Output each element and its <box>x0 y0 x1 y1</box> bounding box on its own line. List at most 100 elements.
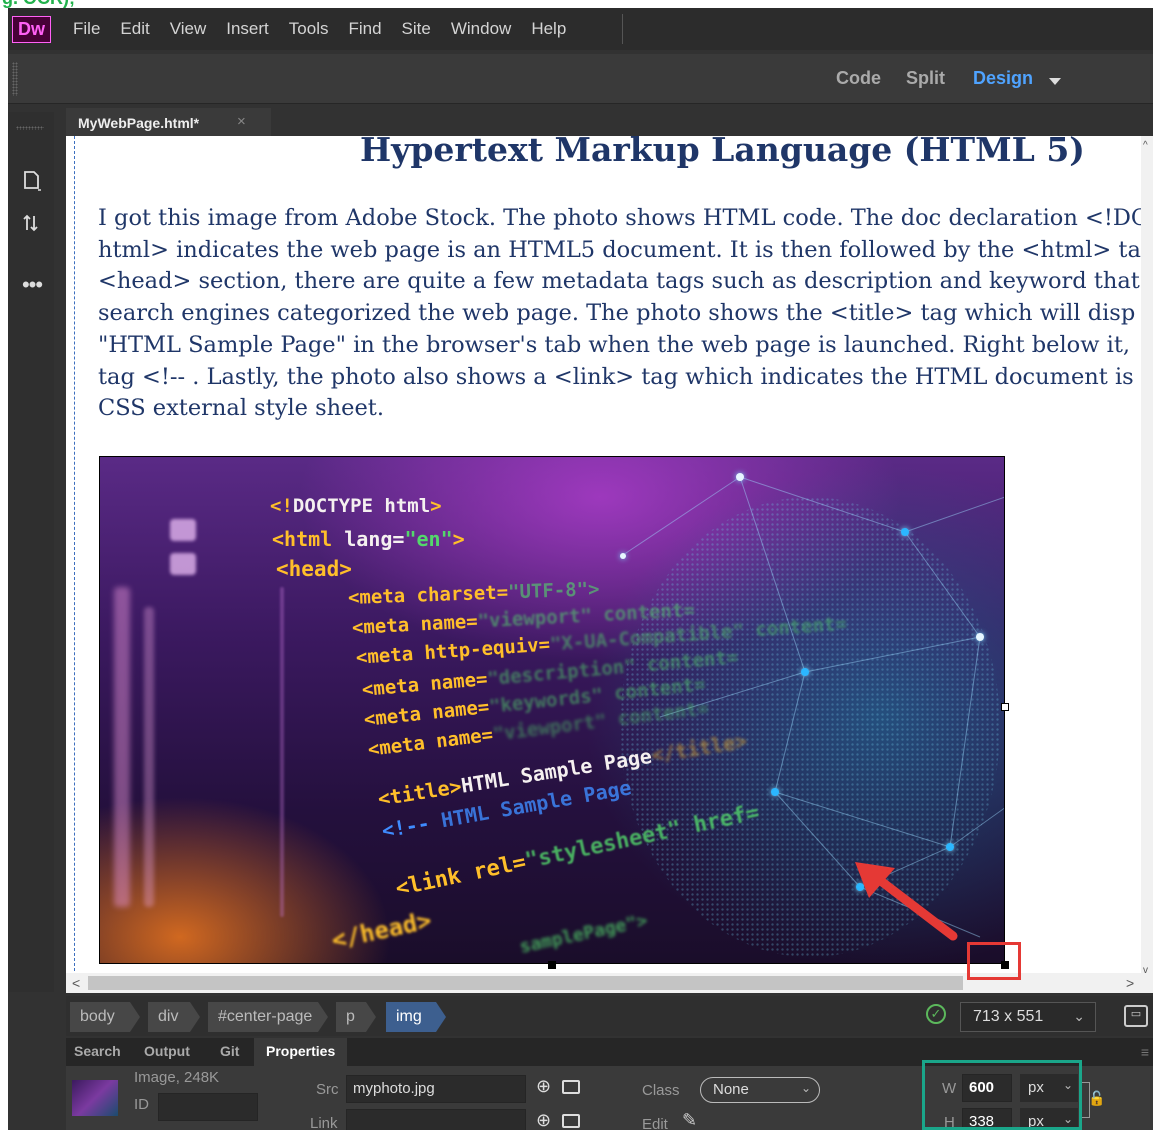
network-node <box>771 788 779 796</box>
network-node <box>946 843 954 851</box>
tab-git[interactable]: Git <box>220 1043 239 1059</box>
menu-bar: Dw File Edit View Insert Tools Find Site… <box>8 8 1153 50</box>
class-select-value: None <box>713 1081 749 1098</box>
paragraph-line: I got this image from Adobe Stock. The p… <box>98 205 1150 231</box>
tag-center-page[interactable]: #center-page <box>208 1002 328 1032</box>
design-view-button[interactable]: Design <box>973 68 1033 89</box>
paragraph-line: search engines categorized the web page.… <box>98 300 1136 327</box>
paragraph-line: "HTML Sample Page" in the browser's tab … <box>98 331 1131 358</box>
unlock-proportions-icon[interactable]: 🔓 <box>1088 1090 1105 1107</box>
point-to-file-icon[interactable]: ⊕ <box>536 1110 551 1130</box>
panel-menu-icon[interactable]: ≡ <box>1141 1044 1149 1060</box>
document-tab[interactable]: MyWebPage.html* × <box>66 108 271 138</box>
id-input[interactable] <box>158 1093 258 1121</box>
dreamweaver-window: Dw File Edit View Insert Tools Find Site… <box>8 8 1153 1130</box>
network-node <box>901 528 909 536</box>
browse-folder-icon[interactable] <box>562 1080 580 1094</box>
no-errors-check-icon[interactable]: ✓ <box>926 1004 946 1024</box>
blurred-gutter <box>114 587 130 907</box>
code-view-button[interactable]: Code <box>836 68 881 89</box>
view-dropdown-caret-icon[interactable] <box>1049 78 1061 85</box>
split-view-button[interactable]: Split <box>906 68 945 89</box>
menu-help[interactable]: Help <box>531 19 566 39</box>
sort-icon[interactable] <box>20 212 44 236</box>
network-node <box>976 633 984 641</box>
edit-label: Edit <box>642 1116 668 1130</box>
resize-handle-bottom[interactable] <box>548 961 556 969</box>
code-line-doctype: <!DOCTYPE html> <box>270 495 442 517</box>
page-paragraph[interactable]: I got this image from Adobe Stock. The p… <box>98 203 1153 425</box>
document-toolbar: ••• <box>8 112 54 992</box>
tag-body[interactable]: body <box>70 1002 140 1032</box>
window-size-select[interactable]: 713 x 551 ⌄ <box>960 1002 1096 1032</box>
edit-pencil-icon[interactable]: ✎ <box>682 1110 697 1130</box>
blurred-editor-glyph <box>170 553 196 575</box>
network-node <box>801 668 809 676</box>
container-outline <box>74 136 75 976</box>
src-input[interactable]: myphoto.jpg <box>346 1075 526 1103</box>
document-icon[interactable] <box>20 170 44 194</box>
tag-img[interactable]: img <box>386 1002 446 1032</box>
chevron-down-icon: ⌄ <box>1073 1008 1085 1024</box>
annotation-highlight-box <box>967 942 1021 980</box>
resize-handle-right[interactable] <box>1001 703 1009 711</box>
paragraph-line: <head> section, there are quite a few me… <box>98 268 1140 295</box>
tab-output[interactable]: Output <box>144 1043 190 1059</box>
vertical-scrollbar[interactable]: ^ v <box>1141 136 1153 980</box>
link-label: Link <box>310 1115 338 1130</box>
menu-list: File Edit View Insert Tools Find Site Wi… <box>73 8 586 50</box>
annotation-teal-box <box>922 1060 1082 1130</box>
menu-insert[interactable]: Insert <box>226 19 269 39</box>
design-view-canvas[interactable]: Hypertext Markup Language (HTML 5) I got… <box>66 136 1153 980</box>
toolbar-grip[interactable] <box>16 126 44 130</box>
document-tab-title: MyWebPage.html* <box>78 115 200 131</box>
blurred-gutter <box>144 607 154 907</box>
blurred-gutter <box>280 587 284 917</box>
tab-search[interactable]: Search <box>74 1043 121 1059</box>
src-label: Src <box>316 1081 339 1098</box>
tag-p[interactable]: p <box>336 1002 376 1032</box>
tag-div[interactable]: div <box>148 1002 200 1032</box>
class-select[interactable]: None ⌄ <box>700 1077 820 1103</box>
tab-properties[interactable]: Properties <box>254 1038 348 1066</box>
blurred-editor-glyph <box>170 519 196 541</box>
scroll-up-arrow-icon[interactable]: ^ <box>1143 140 1148 151</box>
image-thumbnail <box>72 1080 118 1116</box>
scrollbar-thumb[interactable] <box>88 976 963 990</box>
menu-find[interactable]: Find <box>348 19 381 39</box>
network-node <box>736 473 744 481</box>
paragraph-line: html> indicates the web page is an HTML5… <box>98 236 1141 263</box>
id-label: ID <box>134 1096 149 1113</box>
cropped-caption-text: g. OCR); <box>2 0 75 8</box>
browse-folder-icon[interactable] <box>562 1114 580 1128</box>
code-line-head: <head> <box>276 557 352 581</box>
annotation-arrow-icon <box>855 862 958 941</box>
page-heading[interactable]: Hypertext Markup Language (HTML 5) <box>360 136 1085 169</box>
scroll-right-arrow-icon[interactable]: > <box>1126 975 1134 991</box>
network-node <box>620 553 626 559</box>
scroll-left-arrow-icon[interactable]: < <box>72 975 80 991</box>
dreamweaver-logo: Dw <box>12 16 51 43</box>
code-line-html: <html lang="en"> <box>272 527 465 551</box>
toolbar-grip[interactable] <box>12 62 18 96</box>
class-label: Class <box>642 1082 680 1099</box>
menu-separator <box>622 14 623 44</box>
paragraph-line: tag <!-- . Lastly, the photo also shows … <box>98 363 1134 390</box>
menu-site[interactable]: Site <box>402 19 431 39</box>
image-info-label: Image, 248K <box>134 1069 220 1086</box>
more-options-icon[interactable]: ••• <box>20 272 44 297</box>
menu-edit[interactable]: Edit <box>120 19 149 39</box>
point-to-file-icon[interactable]: ⊕ <box>536 1076 551 1097</box>
chevron-down-icon: ⌄ <box>800 1081 811 1095</box>
paragraph-line: CSS external style sheet. <box>98 395 384 422</box>
menu-tools[interactable]: Tools <box>289 19 329 39</box>
link-input[interactable] <box>346 1109 526 1130</box>
real-time-preview-icon[interactable]: ▭ <box>1124 1005 1148 1027</box>
close-tab-icon[interactable]: × <box>237 113 246 130</box>
menu-view[interactable]: View <box>170 19 207 39</box>
menu-window[interactable]: Window <box>451 19 511 39</box>
window-size-value: 713 x 551 <box>973 1008 1044 1025</box>
cropped-caption-strip: g. OCR); <box>0 0 1153 8</box>
menu-file[interactable]: File <box>73 19 100 39</box>
tag-selector-bar: body div #center-page p img ✓ 713 x 551 … <box>66 996 1153 1036</box>
